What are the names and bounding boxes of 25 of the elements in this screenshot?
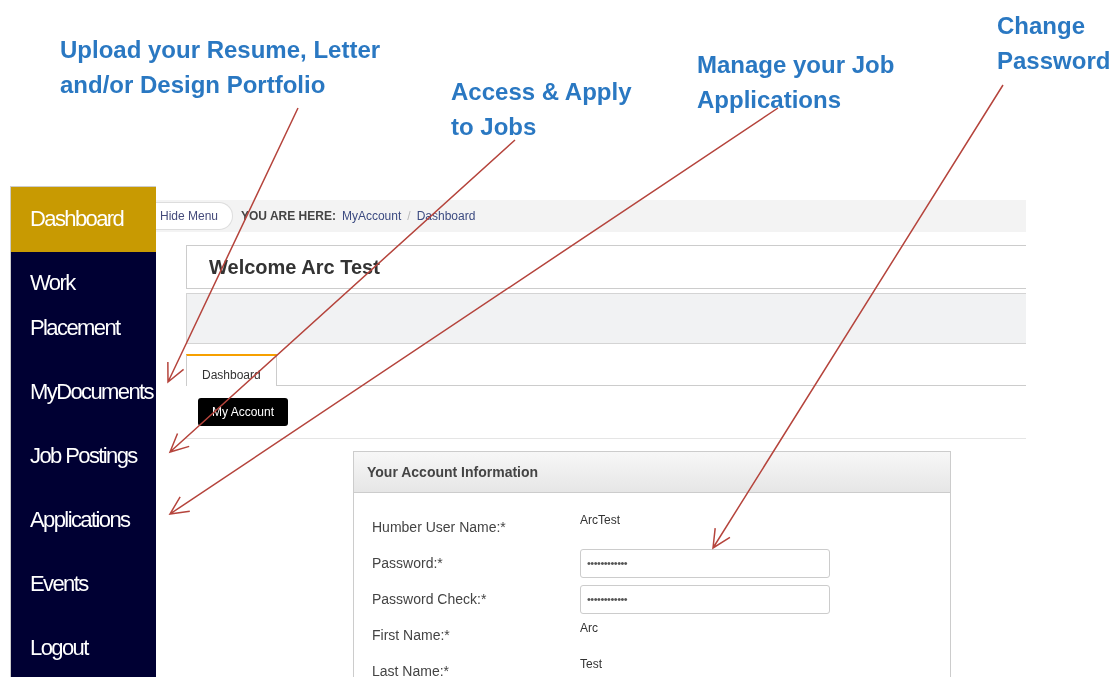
field-value: ArcTest xyxy=(580,512,621,529)
field-value: Test xyxy=(580,656,603,673)
breadcrumb-link[interactable]: MyAccount xyxy=(341,209,402,223)
sidebar-item[interactable]: Logout xyxy=(11,616,156,677)
password-field[interactable]: •••••••••••• xyxy=(580,584,830,614)
field-value: Arc xyxy=(580,620,599,637)
callout-text: Change Password xyxy=(997,11,1112,76)
password-field[interactable]: •••••••••••• xyxy=(580,548,830,578)
callout-text: Upload your Resume, Letter and/or Design Portfolio xyxy=(60,35,382,100)
hide-menu-button[interactable]: Hide Menu xyxy=(156,202,234,230)
sidebar-item[interactable]: Applications xyxy=(11,488,156,552)
field-label: Humber User Name:* xyxy=(372,518,507,537)
field-label: Last Name:* xyxy=(372,662,451,677)
sidebar-item[interactable]: Job Postings xyxy=(11,424,156,488)
breadcrumb-separator: / xyxy=(407,209,411,223)
field-label: Password:* xyxy=(372,554,444,573)
panel-title: Your Account Information xyxy=(367,464,539,480)
sidebar-item[interactable]: Work Placement xyxy=(11,252,156,360)
sidebar-item[interactable]: MyDocuments xyxy=(11,360,156,424)
my-account-button[interactable]: My Account xyxy=(198,398,289,426)
field-label: First Name:* xyxy=(372,626,451,645)
field-label: Password Check:* xyxy=(372,590,488,609)
sidebar-item[interactable]: Events xyxy=(11,552,156,616)
callout-text: Access & Apply to Jobs xyxy=(451,77,633,142)
callout-text: Manage your Job Applications xyxy=(697,50,896,115)
